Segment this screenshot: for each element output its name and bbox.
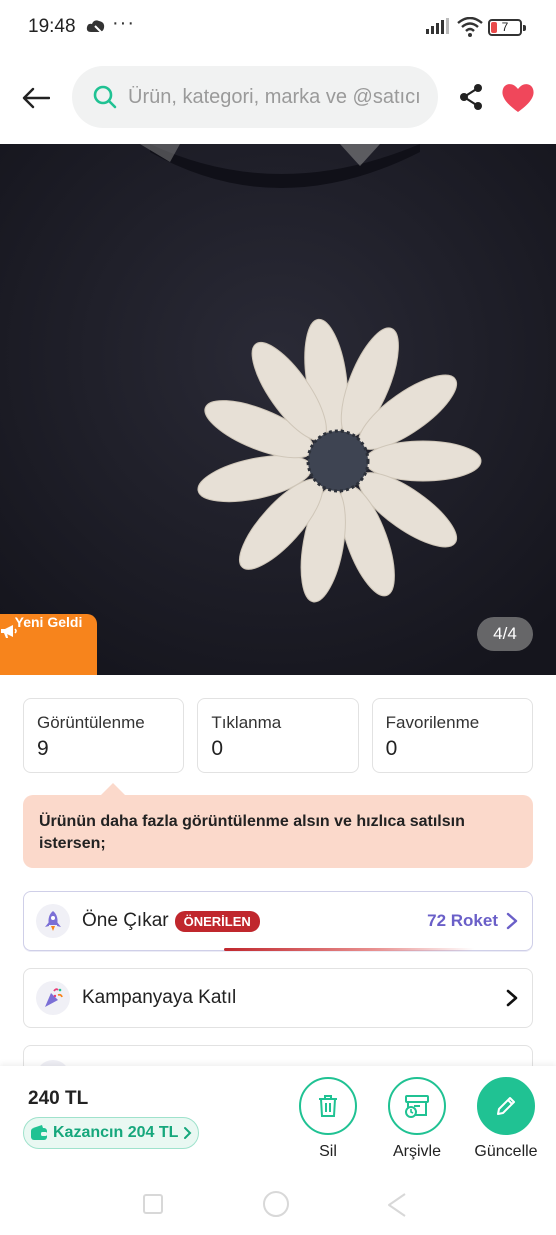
update-button[interactable]: Güncelle (466, 1077, 546, 1161)
search-icon (93, 85, 117, 109)
chevron-right-icon (184, 1127, 192, 1139)
earning-chip[interactable]: Kazancın 204 TL (23, 1117, 200, 1149)
image-counter: 4/4 (477, 617, 533, 651)
recent-apps-button[interactable] (143, 1194, 163, 1214)
feature-product-row[interactable]: Öne Çıkar ÖNERİLEN 72 Roket (23, 891, 533, 951)
back-triangle-icon (388, 1193, 406, 1217)
share-icon (460, 84, 482, 110)
tshirt-photo (0, 144, 556, 675)
cloud-icon (86, 18, 106, 39)
party-icon (36, 981, 70, 1015)
stat-clicks: Tıklanma 0 (197, 698, 359, 773)
wifi-icon (457, 16, 483, 42)
system-nav-bar (0, 1176, 556, 1235)
archive-icon (388, 1077, 446, 1135)
new-arrival-label: Yeni Geldi (14, 614, 83, 630)
delete-button[interactable]: Sil (288, 1077, 368, 1161)
wallet-icon (31, 1125, 47, 1140)
stat-label: Görüntülenme (37, 713, 145, 732)
heart-icon (502, 84, 534, 112)
earning-label: Kazancın 204 TL (53, 1124, 179, 1141)
search-bar[interactable] (72, 66, 438, 128)
stat-favorites: Favorilenme 0 (371, 698, 533, 773)
chevron-right-icon (506, 912, 518, 930)
join-campaign-label: Kampanyaya Katıl (82, 987, 237, 1008)
feature-product-label: Öne Çıkar (82, 910, 169, 931)
update-label: Güncelle (474, 1143, 538, 1160)
battery-level (491, 22, 497, 33)
stat-value: 0 (211, 737, 224, 760)
promotion-tip: Ürünün daha fazla görüntülenme alsın ve … (23, 783, 533, 868)
rocket-price: 72 Roket (427, 911, 498, 930)
featured-highlight-line (224, 948, 474, 951)
promotion-tip-text: Ürünün daha fazla görüntülenme alsın ve … (39, 813, 465, 852)
delete-label: Sil (319, 1143, 337, 1160)
stats-row: Görüntülenme 9 Tıklanma 0 Favorilenme 0 (23, 698, 533, 773)
new-arrival-badge: Yeni Geldi (0, 614, 97, 675)
header (0, 56, 556, 144)
join-campaign-chevron (506, 969, 518, 1027)
product-image[interactable]: Yeni Geldi 4/4 (0, 144, 556, 675)
status-bar: 19:48 ··· 7 (0, 0, 556, 56)
share-button[interactable] (456, 82, 486, 112)
stat-value: 9 (37, 737, 49, 760)
product-price: 240 TL (28, 1088, 89, 1109)
megaphone-icon (1, 625, 17, 638)
archive-label: Arşivle (392, 1143, 441, 1160)
archive-button[interactable]: Arşivle (377, 1077, 457, 1161)
more-notifications-icon: ··· (112, 12, 135, 34)
battery-label: 7 (501, 20, 509, 34)
chevron-right-icon (506, 989, 518, 1007)
back-button[interactable] (16, 78, 56, 118)
stat-label: Favorilenme (385, 713, 480, 732)
stat-value: 0 (385, 737, 398, 760)
home-button[interactable] (263, 1191, 289, 1217)
status-time: 19:48 (28, 16, 76, 37)
pencil-icon (477, 1077, 535, 1135)
search-input[interactable] (128, 85, 428, 109)
favorite-button[interactable] (500, 80, 536, 116)
join-campaign-row[interactable]: Kampanyaya Katıl (23, 968, 533, 1028)
stat-label: Tıklanma (211, 713, 282, 732)
battery-icon: 7 (488, 19, 526, 36)
feature-price-group: 72 Roket (427, 892, 518, 950)
back-arrow-icon (22, 87, 50, 109)
trash-icon (299, 1077, 357, 1135)
bottom-action-bar: 240 TL Kazancın 204 TL Sil Arşivle Günce… (0, 1066, 556, 1176)
recommended-badge: ÖNERİLEN (174, 910, 260, 932)
stat-views: Görüntülenme 9 (23, 698, 185, 773)
system-back-button[interactable] (385, 1192, 409, 1223)
rocket-icon (36, 904, 70, 938)
signal-icon (426, 18, 450, 39)
